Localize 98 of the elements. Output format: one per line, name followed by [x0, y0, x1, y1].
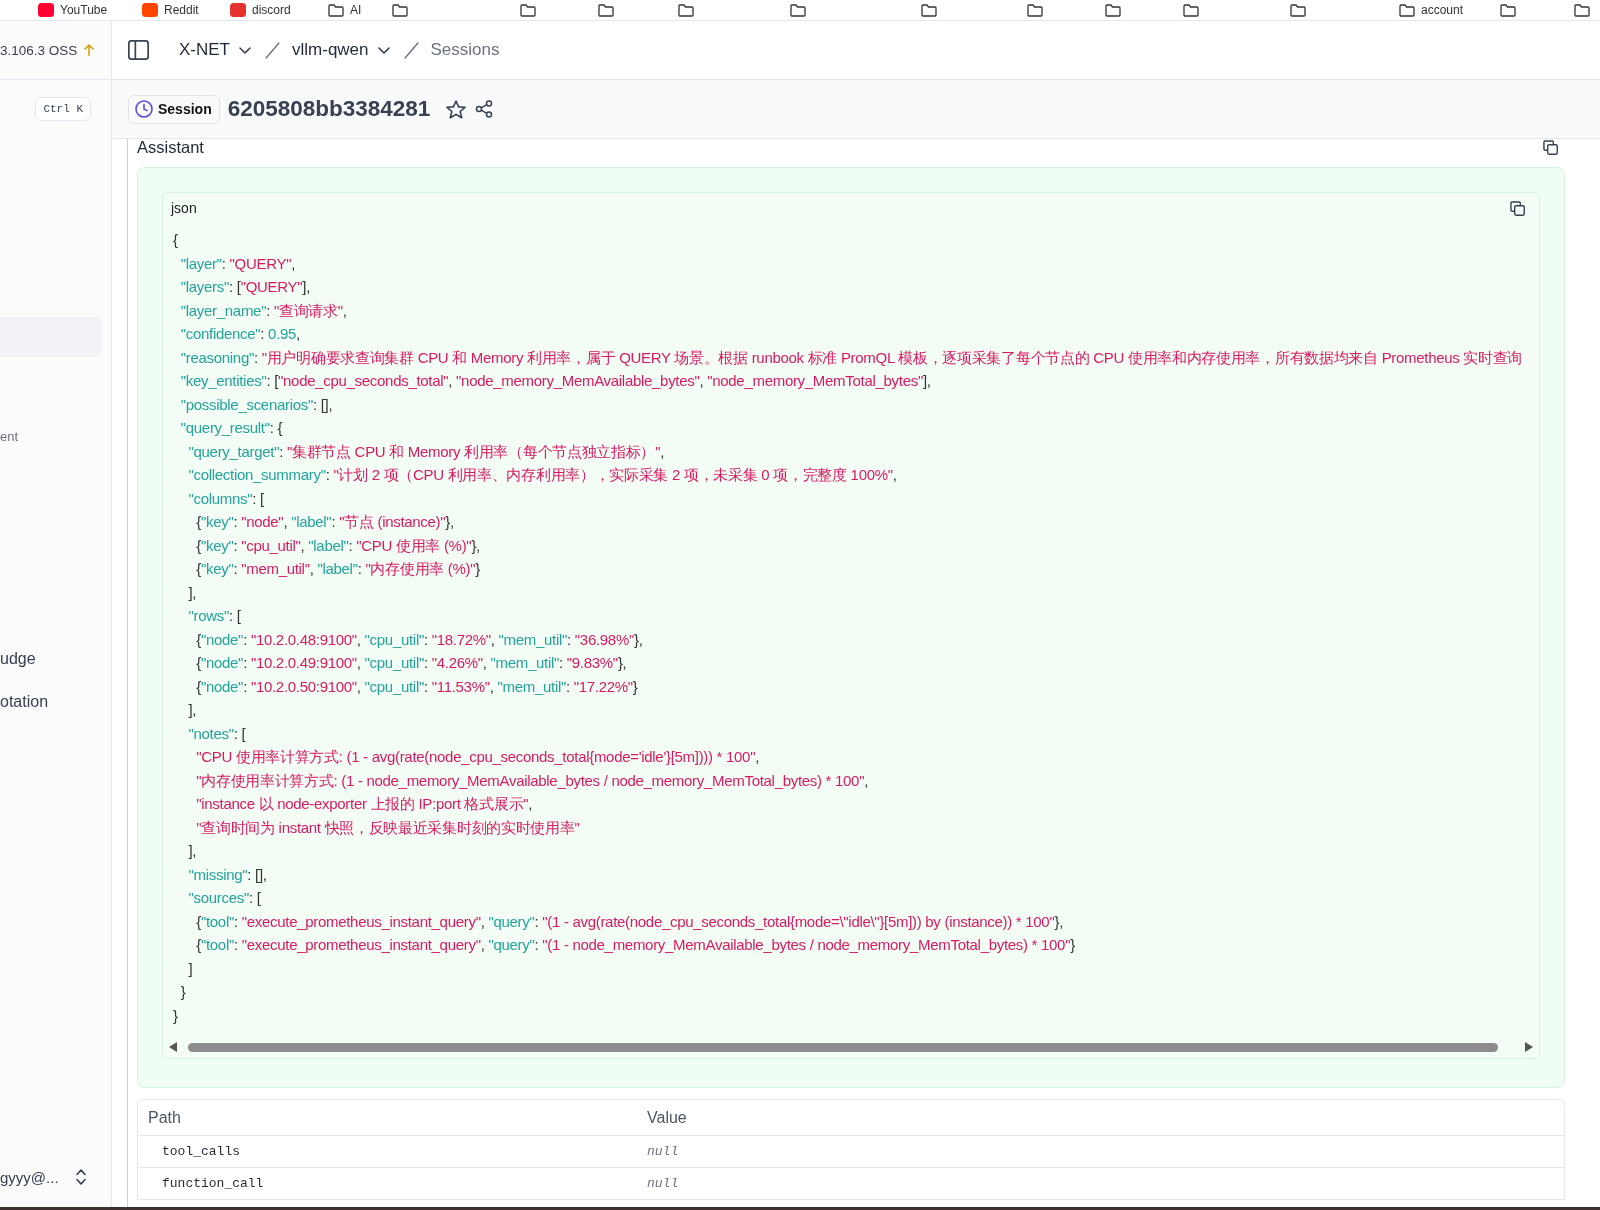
breadcrumb-current: Sessions: [430, 40, 500, 60]
bookmark[interactable]: [1027, 2, 1043, 18]
code-line: {: [173, 230, 178, 250]
code-line: "query_target": "集群节点 CPU 和 Memory 利用率（每个节点独立指标）",: [187, 441, 665, 462]
folder-icon: [1290, 3, 1306, 17]
code-line: "内存使用率计算方式: (1 - node_memory_MemAvailable_bytes / node_memory_MemTotal_bytes) * 100",: [195, 770, 869, 791]
scrollbar-thumb[interactable]: [188, 1042, 1498, 1052]
chevron-down-icon: [377, 46, 390, 54]
chevron-up-down-icon[interactable]: [75, 1168, 87, 1186]
folder-icon: [1183, 3, 1199, 17]
slash-separator-icon: [403, 41, 419, 59]
table-cell: tool_calls: [138, 1135, 637, 1168]
sidebar-item[interactable]: otation: [0, 682, 49, 722]
bookmark[interactable]: [678, 2, 694, 18]
sidebar-item[interactable]: udge: [0, 639, 36, 679]
table-cell: null: [637, 1167, 1564, 1200]
scroll-left-icon[interactable]: [169, 1042, 177, 1052]
code-line: "confidence": 0.95,: [179, 324, 300, 344]
code-line: "columns": [: [187, 488, 264, 509]
copy-icon[interactable]: [1543, 139, 1558, 155]
code-line: "CPU 使用率计算方式: (1 - avg(rate(node_cpu_seconds_total{mode='idle'}[5m]))) * 100",: [195, 747, 760, 767]
session-label: Session: [158, 101, 212, 117]
session-id: 6205808bb3384281: [227, 96, 431, 122]
table-cell: null: [637, 1135, 1564, 1168]
code-line: {"tool": "execute_prometheus_instant_query", "query": "(1 - node_memory_MemAvailable_bytes / node_memory_MemTotal_bytes) * 100"}: [195, 935, 1075, 955]
slash-separator-icon: [265, 41, 280, 59]
bookmark[interactable]: Reddit: [142, 2, 199, 18]
chevron-down-icon: [239, 46, 251, 54]
code-line: "查询时间为 instant 快照，反映最近采集时刻的实时使用率": [195, 817, 580, 838]
code-line: "possible_scenarios": [],: [179, 394, 333, 415]
sidebar-toggle-icon[interactable]: [128, 40, 149, 60]
share-icon[interactable]: [475, 100, 494, 118]
folder-icon: [1500, 3, 1516, 17]
code-line: ],: [187, 700, 197, 720]
code-line: "instance 以 node-exporter 上报的 IP:port 格式展示",: [195, 794, 533, 814]
code-line: "notes": [: [187, 723, 246, 744]
code-line: "layers": ["QUERY"],: [179, 277, 310, 297]
code-line: }: [173, 1005, 178, 1026]
bookmark[interactable]: [921, 2, 937, 18]
bookmark[interactable]: discord: [230, 2, 291, 18]
clock-icon: [135, 100, 153, 118]
bookmark[interactable]: [1574, 2, 1590, 18]
bookmark[interactable]: [1290, 2, 1306, 18]
code-line: ],: [187, 841, 197, 861]
code-line: "collection_summary": "计划 2 项（CPU 利用率、内存利用率），实际采集 2 项，未采集 0 项，完整度 100%",: [187, 465, 897, 485]
code-line: "key_entities": ["node_cpu_seconds_total", "node_memory_MemAvailable_bytes", "node_memory_MemTotal_bytes"],: [179, 371, 931, 391]
code-line: {"node": "10.2.0.49:9100", "cpu_util": "4.26%", "mem_util": "9.83%"},: [195, 653, 627, 673]
folder-icon: [1399, 3, 1415, 17]
code-line: {"tool": "execute_prometheus_instant_query", "query": "(1 - avg(rate(node_cpu_seconds_total{mode=\"idle\"}[5m])) by (instance)) * 100"},: [195, 911, 1063, 932]
code-line: {"key": "cpu_util", "label": "CPU 使用率 (%)"},: [195, 535, 480, 556]
column-header: Value: [637, 1100, 1564, 1136]
folder-icon: [1574, 3, 1590, 17]
bookmark[interactable]: [790, 2, 806, 18]
section-label: ent: [0, 428, 19, 446]
code-line: "sources": [: [187, 888, 261, 908]
folder-icon: [520, 3, 536, 17]
code-line: "layer_name": "查询请求",: [179, 300, 347, 321]
code-line: "reasoning": "用户明确要求查询集群 CPU 和 Memory 利用率，属于 QUERY 场景。根据 runbook 标准 PromQL 模板，逐项采集了每个节点的 CPU 使用率和内存使用率，所有数据均来自 Prometheus 实时查询: [179, 347, 1523, 368]
code-line: {"key": "mem_util", "label": "内存使用率 (%)"}: [195, 559, 480, 579]
star-icon[interactable]: [446, 99, 467, 119]
folder-icon: [598, 3, 614, 17]
code-line: "query_result": {: [179, 418, 283, 438]
folder-icon: [790, 3, 806, 17]
breadcrumb-dropdown[interactable]: X-NET: [179, 40, 251, 60]
language-label: json: [171, 200, 197, 216]
bookmark[interactable]: account: [1399, 2, 1464, 18]
code-line: {"key": "node", "label": "节点 (instance)"},: [195, 512, 454, 532]
bookmark[interactable]: [1105, 2, 1121, 18]
message-role: Assistant: [137, 139, 204, 155]
table-cell: function_call: [138, 1167, 637, 1200]
folder-icon: [1027, 3, 1043, 17]
bookmark[interactable]: [392, 2, 408, 18]
user-email: gyyy@...: [0, 1168, 59, 1186]
bookmark[interactable]: YouTube: [38, 2, 108, 18]
bookmark[interactable]: [598, 2, 614, 18]
bookmark[interactable]: [1500, 2, 1516, 18]
folder-icon: [1105, 3, 1121, 17]
folder-icon: [392, 3, 408, 17]
folder-icon: [328, 3, 344, 17]
folder-icon: [678, 3, 694, 17]
code-line: "layer": "QUERY",: [179, 253, 296, 274]
bookmark[interactable]: [1183, 2, 1199, 18]
column-header: Path: [138, 1100, 637, 1136]
code-line: ]: [187, 958, 193, 979]
bookmark[interactable]: [520, 2, 536, 18]
code-line: {"node": "10.2.0.50:9100", "cpu_util": "11.53%", "mem_util": "17.22%"}: [195, 676, 638, 697]
breadcrumb-dropdown[interactable]: vllm-qwen: [292, 40, 390, 60]
copy-icon[interactable]: [1510, 200, 1525, 216]
folder-icon: [921, 3, 937, 17]
code-line: "missing": [],: [187, 864, 267, 885]
shortcut-hint: Ctrl K: [35, 97, 91, 121]
code-line: ],: [187, 582, 197, 603]
code-line: }: [179, 982, 186, 1002]
code-line: {"node": "10.2.0.48:9100", "cpu_util": "18.72%", "mem_util": "36.98%"},: [195, 629, 643, 650]
bookmark[interactable]: AI: [328, 2, 362, 18]
version-label: 3.106.3 OSS: [0, 42, 78, 58]
scroll-right-icon[interactable]: [1525, 1042, 1533, 1052]
code-line: "rows": [: [187, 606, 241, 626]
